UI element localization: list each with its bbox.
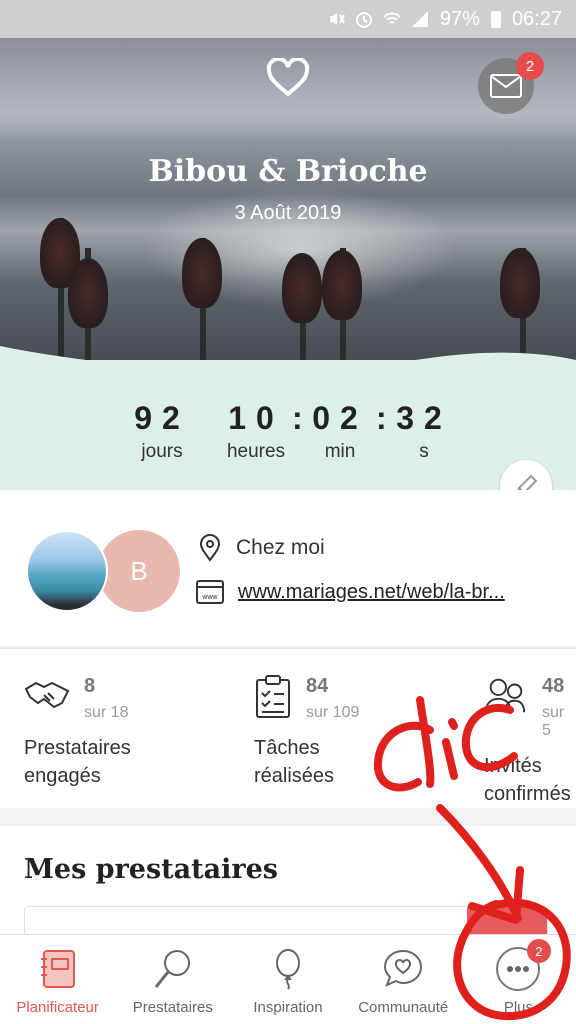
stat-label: Tâches [254, 737, 320, 759]
stat-guests[interactable]: 48 sur 5 Invités confirmés [484, 675, 576, 808]
stat-total: sur 5 [541, 704, 565, 739]
plant-bloom [68, 258, 108, 328]
messages-badge: 2 [516, 52, 544, 80]
guests-icon [484, 678, 526, 713]
nav-label: Plus [503, 999, 533, 1016]
countdown-label: jours [141, 441, 183, 462]
stat-count: 48 [541, 675, 565, 697]
countdown-value: 32 [396, 400, 452, 436]
nav-item-inspiration[interactable]: Inspiration [230, 935, 345, 1024]
website-row[interactable]: www www.mariages.net/web/la-br... [196, 580, 505, 604]
svg-text:www: www [201, 594, 218, 601]
nav-item-vendors[interactable]: Prestataires [115, 935, 230, 1024]
countdown-value: 92 [134, 400, 190, 436]
checklist-icon [256, 675, 290, 718]
countdown-units: 92 jours 10 heures : 02 min : 32 s [120, 400, 466, 463]
countdown-label: min [324, 441, 356, 462]
plant-bloom [282, 253, 322, 323]
nav-label: Prestataires [132, 999, 213, 1016]
section-title: Mes prestataires [24, 854, 278, 885]
heart-icon [266, 58, 310, 97]
stat-label: Invités [484, 755, 542, 777]
countdown-minutes: 02 min [298, 400, 382, 463]
nav-item-planner[interactable]: Planificateur [0, 935, 115, 1024]
battery-percent: 97% [439, 7, 480, 30]
plant-bloom [322, 250, 362, 320]
stat-label: réalisées [254, 765, 335, 787]
location-text: Chez moi [236, 536, 325, 559]
nav-item-community[interactable]: Communauté [346, 935, 461, 1024]
browser-icon: www [196, 580, 224, 604]
countdown-label: heures [226, 441, 286, 462]
my-vendors-section: Mes prestataires [0, 826, 576, 947]
stat-label: confirmés [484, 783, 571, 805]
location-pin-icon [199, 534, 221, 562]
balloon-icon [276, 949, 300, 990]
couple-name: Bibou & Brioche [148, 154, 428, 189]
countdown-value: 10 [228, 400, 284, 436]
battery-icon [490, 11, 501, 28]
mute-icon [329, 13, 345, 25]
wifi-icon [383, 12, 401, 24]
wedding-date: 3 Août 2019 [234, 202, 342, 224]
countdown-hours: 10 heures [214, 400, 298, 463]
nav-label: Communauté [358, 999, 449, 1016]
countdown-label: s [419, 441, 429, 462]
handshake-icon [24, 681, 70, 709]
planner-icon [40, 950, 75, 988]
plant-bloom [182, 238, 222, 308]
countdown-days: 92 jours [120, 400, 204, 463]
stat-vendors[interactable]: 8 sur 18 Prestataires engagés [24, 675, 131, 790]
stat-label: engagés [24, 765, 101, 787]
website-link[interactable]: www.mariages.net/web/la-br... [238, 581, 505, 604]
status-bar: 97% 06:27 [0, 0, 576, 38]
countdown: 92 jours 10 heures : 02 min : 32 s [0, 346, 576, 512]
stat-label: Prestataires [24, 737, 131, 759]
nav-label: Inspiration [253, 999, 323, 1016]
stat-count: 84 [306, 675, 329, 697]
bottom-nav: Planificateur Prestataires Inspiration C… [0, 934, 576, 1024]
stat-tasks[interactable]: 84 sur 109 Tâches réalisées [254, 675, 359, 790]
countdown-seconds: 32 s [382, 400, 466, 463]
clock: 06:27 [511, 7, 562, 30]
wedding-info: B Chez moi www www.mariages.net/web/la-b… [0, 490, 576, 646]
stat-count: 8 [84, 675, 96, 697]
signal-icon [411, 11, 428, 27]
nav-label: Planificateur [16, 999, 99, 1016]
envelope-icon [490, 74, 522, 98]
status-icons [326, 9, 430, 29]
chat-heart-icon [384, 949, 423, 987]
plant-bloom [500, 248, 540, 318]
nav-item-more[interactable]: 2 Plus [461, 935, 576, 1024]
more-badge: 2 [526, 939, 551, 963]
avatar-partner[interactable]: B [98, 530, 180, 612]
wave-divider [0, 346, 576, 386]
stat-total: sur 109 [306, 704, 360, 721]
magnifier-icon [154, 950, 190, 988]
alarm-icon [355, 12, 372, 28]
avatar-photo[interactable] [26, 530, 108, 612]
stats-row: 8 sur 18 Prestataires engagés 84 sur 109 … [0, 648, 576, 808]
stat-total: sur 18 [84, 704, 129, 721]
countdown-value: 02 [312, 400, 368, 436]
location-row[interactable]: Chez moi [198, 534, 325, 562]
